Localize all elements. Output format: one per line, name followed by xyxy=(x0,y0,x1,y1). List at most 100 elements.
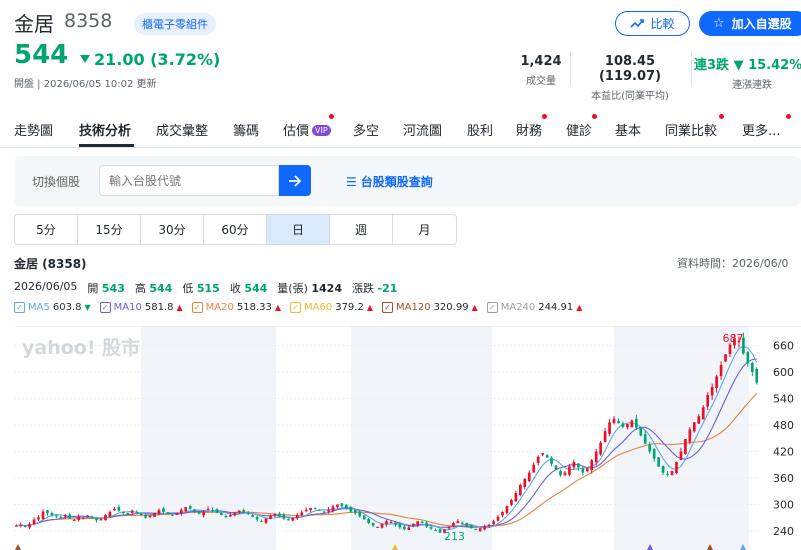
tab-river[interactable]: 河流圖 xyxy=(403,120,442,139)
ma-legend-item[interactable]: ✓ MA120 320.99 ▲ xyxy=(382,302,478,313)
tab-peer-compare[interactable]: 同業比較 xyxy=(665,120,717,139)
candle-body xyxy=(86,515,89,518)
industry-tag[interactable]: 櫃電子零組件 xyxy=(134,13,216,35)
sector-query-link[interactable]: ☰ 台股類股查詢 xyxy=(346,173,433,190)
chart-title: 金居 (8358) xyxy=(14,257,87,271)
ma-legend-item[interactable]: ✓ MA5 603.8 ▼ xyxy=(14,302,91,313)
period-30min[interactable]: 30分 xyxy=(141,215,204,244)
period-15min[interactable]: 15分 xyxy=(78,215,141,244)
compare-button[interactable]: 比較 xyxy=(615,11,690,36)
candle-body xyxy=(750,363,754,372)
candle-body xyxy=(425,522,428,527)
candle-body xyxy=(710,386,714,396)
tab-bull-bear[interactable]: 多空 xyxy=(353,120,379,139)
ohlc-date: 2026/06/05 xyxy=(14,280,78,293)
candle-body xyxy=(55,515,58,517)
checkbox-icon[interactable]: ✓ xyxy=(14,302,25,313)
checkbox-icon[interactable]: ✓ xyxy=(486,302,498,313)
tab-technical[interactable]: 技術分析 xyxy=(79,120,131,139)
candle-body xyxy=(353,509,357,514)
tab-more[interactable]: 更多... xyxy=(742,120,780,139)
candle-body xyxy=(715,376,718,388)
candle-body xyxy=(679,451,683,460)
candle-body xyxy=(523,478,527,488)
checkbox-icon[interactable]: ✓ xyxy=(382,302,393,313)
period-week[interactable]: 週 xyxy=(330,215,393,244)
candle-body xyxy=(505,506,509,514)
candle-body xyxy=(215,509,219,513)
y-tick-label: 540 xyxy=(773,392,794,405)
candle-body xyxy=(202,511,205,516)
ma-legend-item[interactable]: ✓ MA20 518.33 ▲ xyxy=(191,302,281,313)
period-month[interactable]: 月 xyxy=(393,215,456,244)
candle-body xyxy=(755,368,759,383)
ma-legend-item[interactable]: ✓ MA240 244.91 ▲ xyxy=(486,302,582,313)
high-label: 高 xyxy=(134,282,146,295)
period-5min[interactable]: 5分 xyxy=(15,215,78,244)
y-tick-label: 360 xyxy=(773,472,794,485)
candle-body xyxy=(46,510,49,514)
candle-body xyxy=(608,422,611,434)
ma-value: 518.33 xyxy=(236,302,272,313)
candle-body xyxy=(171,514,174,516)
candle-body xyxy=(536,456,540,463)
close-value: 544 xyxy=(244,282,268,295)
candle-body xyxy=(438,529,442,533)
candlestick-chart[interactable]: 660 600 540 480 420 360 300 240 yahoo! 股市 687 213 xyxy=(14,326,801,550)
candle-body xyxy=(621,423,625,427)
checkbox-icon[interactable]: ✓ xyxy=(191,302,203,313)
y-tick-label: 600 xyxy=(773,366,794,379)
stock-code-input[interactable] xyxy=(99,165,279,196)
candle-body xyxy=(376,526,379,528)
checkbox-icon[interactable]: ✓ xyxy=(290,302,301,313)
tab-valuation[interactable]: 估價 VIP xyxy=(283,120,331,139)
candle-body xyxy=(389,522,393,524)
candle-body xyxy=(603,431,607,442)
trend-down-icon: ▼ xyxy=(84,303,91,312)
tab-trades[interactable]: 成交彙整 xyxy=(156,120,208,139)
ma-name: MA60 xyxy=(304,302,333,313)
tab-trend[interactable]: 走勢圖 xyxy=(14,120,53,139)
candle-body xyxy=(545,455,549,458)
candle-body xyxy=(617,421,620,424)
candle-body xyxy=(63,515,67,517)
tab-chips[interactable]: 籌碼 xyxy=(233,120,259,139)
ohlc-high: 高 544 xyxy=(135,280,172,296)
checkbox-icon[interactable]: ✓ xyxy=(99,302,111,313)
tab-health[interactable]: 健診 xyxy=(566,120,592,139)
candle-body xyxy=(309,507,312,510)
volume-label: 量(張) xyxy=(277,282,308,295)
candle-body xyxy=(68,514,72,519)
tab-basic[interactable]: 基本 xyxy=(615,120,641,139)
candle-body xyxy=(630,420,634,428)
vip-badge: VIP xyxy=(312,125,331,136)
ma-name: MA5 xyxy=(28,302,50,313)
candle-body xyxy=(81,517,85,519)
candle-body xyxy=(313,508,317,510)
ma-legend-item[interactable]: ✓ MA10 581.8 ▲ xyxy=(99,302,183,313)
tab-dividend[interactable]: 股利 xyxy=(467,120,493,139)
candle-body xyxy=(701,407,705,420)
candle-body xyxy=(394,522,397,525)
event-marker-icon xyxy=(15,544,21,550)
search-submit-button[interactable] xyxy=(279,165,311,196)
tab-financial[interactable]: 財務 xyxy=(516,120,542,139)
add-watchlist-button[interactable]: ☆ 加入自選股 xyxy=(699,11,801,36)
candle-body xyxy=(380,523,384,528)
ma-value: 581.8 xyxy=(144,302,174,313)
ma-legend-item[interactable]: ✓ MA60 379.2 ▲ xyxy=(290,302,373,313)
candle-body xyxy=(237,510,241,512)
candle-body xyxy=(398,524,402,528)
period-60min[interactable]: 60分 xyxy=(204,215,267,244)
candle-body xyxy=(90,516,94,519)
candle-body xyxy=(282,514,286,519)
candle-body xyxy=(657,457,660,467)
candle-body xyxy=(322,511,326,513)
candle-body xyxy=(652,449,656,459)
high-value: 544 xyxy=(149,282,173,295)
trend-up-icon: ▲ xyxy=(274,303,281,312)
candle-body xyxy=(291,518,295,521)
arrow-right-icon xyxy=(289,174,302,187)
ma-name: MA240 xyxy=(500,302,536,313)
period-day[interactable]: 日 xyxy=(267,215,330,244)
